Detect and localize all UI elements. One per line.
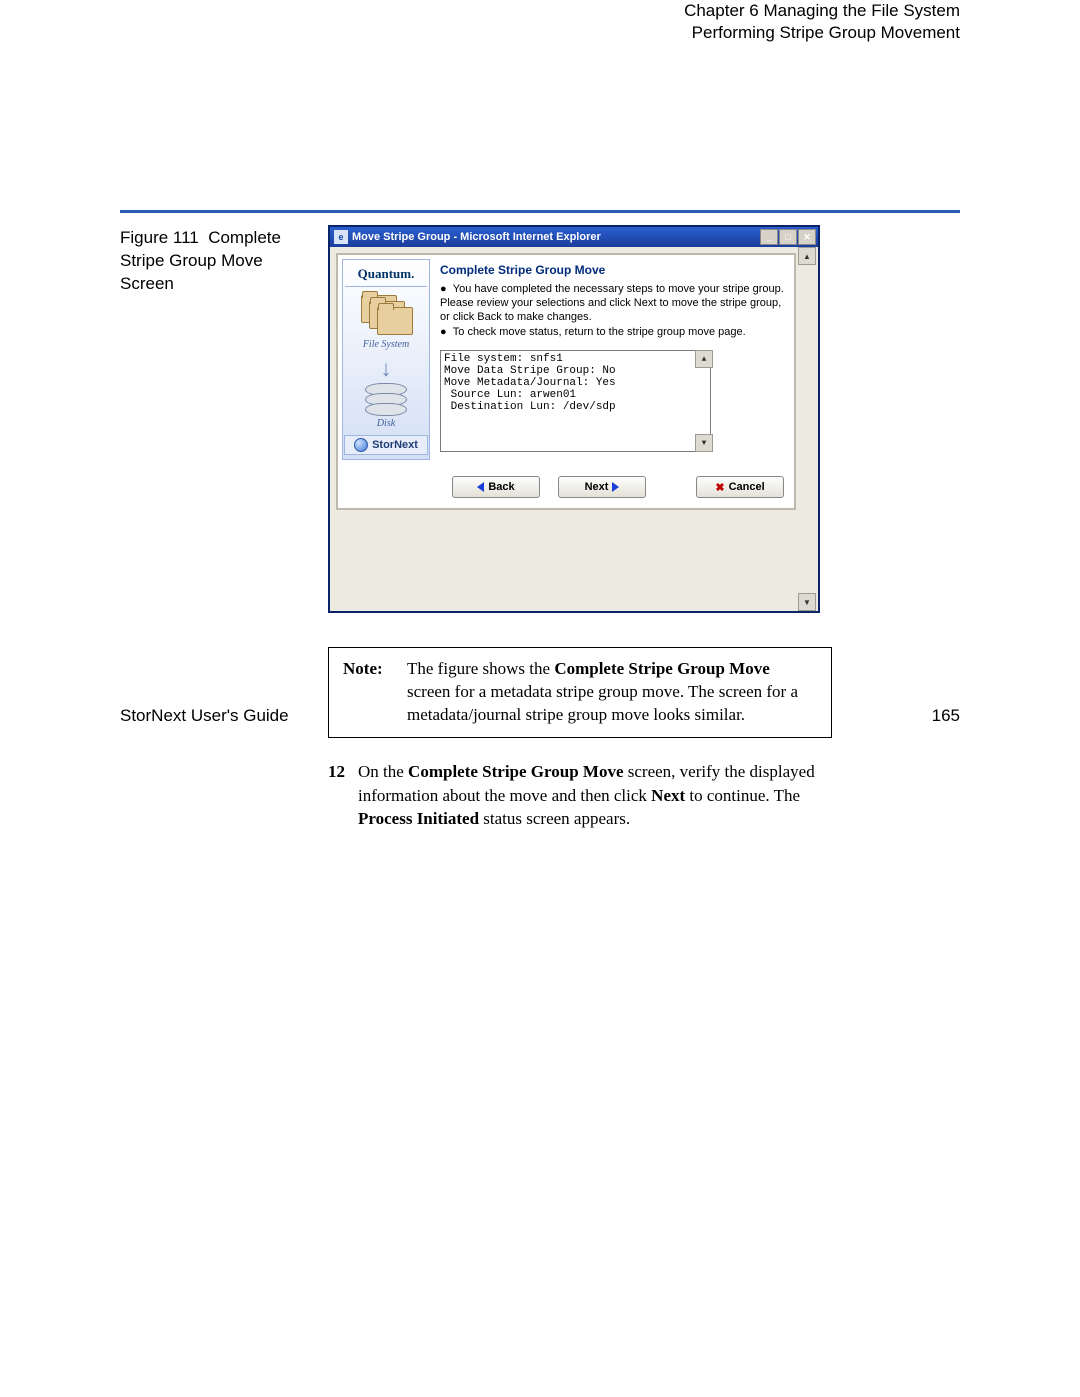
scroll-up-button[interactable]: ▲ [798,247,816,265]
quantum-logo: Quantum. [345,266,427,287]
ie-favicon-icon: e [334,230,348,244]
mono-line: Source Lun: arwen01 [444,389,576,401]
mono-line: File system: snfs1 [444,353,563,365]
stornext-brand: StorNext [344,435,428,455]
page-header: Chapter 6 Managing the File System Perfo… [684,0,960,44]
scroll-down-button[interactable]: ▼ [798,593,816,611]
textbox-scroll-down[interactable]: ▼ [695,434,713,452]
globe-icon [354,438,368,452]
bullet-text: ● To check move status, return to the st… [440,326,784,340]
maximize-button[interactable]: □ [779,229,797,245]
page-footer: StorNext User's Guide 165 [120,706,960,726]
window-title: Move Stripe Group - Microsoft Internet E… [352,231,760,243]
titlebar: e Move Stripe Group - Microsoft Internet… [330,227,818,247]
step-12: 12 On the Complete Stripe Group Move scr… [328,760,836,831]
wizard-bullets: ● You have completed the necessary steps… [440,283,784,340]
wizard-title: Complete Stripe Group Move [440,263,784,277]
summary-textbox: File system: snfs1 Move Data Stripe Grou… [440,350,711,452]
minimize-button[interactable]: _ [760,229,778,245]
step-text: On the Complete Stripe Group Move screen… [358,760,836,831]
triangle-left-icon [477,482,484,492]
figure-number: Figure 111 [120,228,199,247]
footer-page-number: 165 [932,706,960,726]
cancel-button[interactable]: ✖ Cancel [696,476,784,498]
file-system-label: File System [363,339,409,350]
header-chapter: Chapter 6 Managing the File System [684,0,960,22]
folders-icon [361,295,411,337]
section-rule [120,210,960,213]
next-button[interactable]: Next [558,476,646,498]
disk-stack-icon [365,386,407,416]
stornext-label: StorNext [372,439,418,451]
textbox-scroll-up[interactable]: ▲ [695,350,713,368]
mono-line: Destination Lun: /dev/sdp [444,401,616,413]
footer-left: StorNext User's Guide [120,706,289,726]
x-icon: ✖ [715,481,724,494]
close-button[interactable]: ✕ [798,229,816,245]
wizard-frame: Quantum. File System ↓ [336,253,796,510]
figure-caption: Figure 111 Complete Stripe Group Move Sc… [120,225,320,296]
browser-window: e Move Stripe Group - Microsoft Internet… [328,225,820,613]
back-button[interactable]: Back [452,476,540,498]
wizard-buttons: Back Next ✖ Cancel [342,460,790,504]
mono-line: Move Metadata/Journal: Yes [444,377,616,389]
triangle-right-icon [612,482,619,492]
header-section: Performing Stripe Group Movement [684,22,960,44]
wizard-sidebar: Quantum. File System ↓ [342,259,430,460]
arrow-down-icon: ↓ [381,358,392,380]
disk-label: Disk [377,418,395,429]
step-number: 12 [328,760,358,831]
mono-line: Move Data Stripe Group: No [444,365,616,377]
bullet-text: ● You have completed the necessary steps… [440,283,784,324]
wizard-main: Complete Stripe Group Move ● You have co… [430,259,790,460]
